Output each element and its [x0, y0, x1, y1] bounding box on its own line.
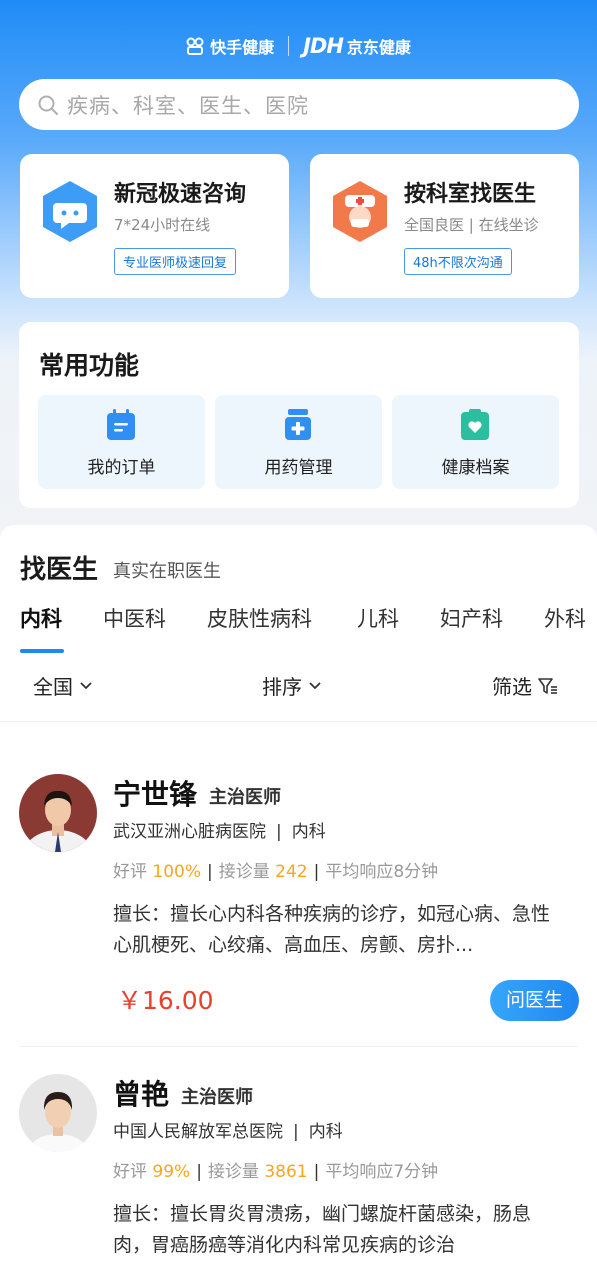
department-name: 内科 [291, 822, 326, 842]
func-label: 我的订单 [87, 458, 156, 478]
tab-pediatrics[interactable]: 儿科 [357, 603, 399, 633]
ask-doctor-button[interactable]: 问医生 [490, 980, 579, 1021]
consult-label: 接诊量 [218, 862, 270, 882]
find-doctor-section: 找医生 真实在职医生 内科 中医科 皮肤性病科 儿科 妇产科 外科 全国 排序 … [0, 525, 597, 1280]
search-input[interactable]: 疾病、科室、医生、医院 [67, 90, 309, 120]
tab-surgery[interactable]: 外科 [544, 603, 586, 633]
rating-value: 99% [152, 1162, 191, 1182]
response-time: 平均响应7分钟 [325, 1162, 439, 1182]
brand-header: 快手健康 JDH 京东健康 [0, 30, 597, 62]
common-functions-panel: 常用功能 我的订单 用药管理 健康档案 [19, 322, 579, 508]
doctor-stats: 好评 99% | 接诊量 3861 | 平均响应7分钟 [113, 1162, 439, 1182]
nurse-icon [333, 181, 387, 242]
func-label: 用药管理 [264, 458, 333, 478]
card-tag: 专业医师极速回复 [114, 248, 237, 275]
card-title: 新冠极速咨询 [114, 182, 247, 207]
find-doctor-subtitle: 真实在职医生 [113, 561, 221, 582]
search-icon [38, 95, 58, 115]
region-filter[interactable]: 全国 [33, 671, 93, 700]
my-orders-button[interactable]: 我的订单 [38, 395, 205, 489]
doctor-title: 主治医师 [209, 787, 281, 808]
covid-consult-card[interactable]: 新冠极速咨询 7*24小时在线 专业医师极速回复 [20, 154, 289, 298]
medicine-icon [285, 409, 311, 440]
response-time: 平均响应8分钟 [325, 862, 439, 882]
search-bar[interactable]: 疾病、科室、医生、医院 [19, 79, 579, 130]
card-subtitle: 7*24小时在线 [114, 216, 211, 234]
consult-count: 3861 [264, 1162, 308, 1182]
hospital-name: 中国人民解放军总医院 [113, 1122, 283, 1142]
filter-label: 筛选 [492, 675, 532, 699]
chevron-down-icon [309, 681, 321, 689]
filter-icon [538, 677, 557, 694]
consult-label: 接诊量 [207, 1162, 259, 1182]
doctor-hospital: 中国人民解放军总医院 | 内科 [113, 1122, 343, 1142]
tab-tcm[interactable]: 中医科 [103, 603, 166, 633]
doctor-hospital: 武汉亚洲心脏病医院 | 内科 [113, 822, 326, 842]
doctor-avatar [19, 774, 97, 852]
filter-bar: 全国 排序 筛选 [0, 667, 597, 707]
card-tag: 48h不限次沟通 [404, 248, 512, 275]
chat-bubble-icon [43, 181, 97, 242]
doctor-title: 主治医师 [181, 1087, 253, 1108]
doctor-specialty: 擅长：擅长胃炎胃溃疡，幽门螺旋杆菌感染，肠息肉，胃癌肠癌等消化内科常见疾病的诊治 [113, 1203, 532, 1256]
rating-label: 好评 [113, 862, 147, 882]
filter-button[interactable]: 筛选 [492, 671, 558, 700]
doctor-divider [20, 1046, 578, 1047]
sort-filter[interactable]: 排序 [262, 671, 322, 700]
kuaishou-health-logo: 快手健康 [186, 34, 274, 58]
card-subtitle: 全国良医 | 在线坐诊 [404, 216, 539, 234]
card-title: 按科室找医生 [404, 182, 537, 207]
doctor-specialty: 擅长：擅长心内科各种疾病的诊疗，如冠心病、急性心肌梗死、心绞痛、高血压、房颤、房… [113, 903, 551, 956]
rating-label: 好评 [113, 1162, 147, 1182]
doctor-name: 曾艳 [113, 1078, 170, 1111]
jdh-logo-text: JDH [303, 34, 344, 58]
doctor-name: 宁世锋 [113, 778, 198, 811]
doctor-avatar [19, 1074, 97, 1152]
order-icon [107, 409, 135, 440]
brand-divider [288, 36, 290, 56]
region-filter-label: 全国 [33, 675, 73, 699]
find-doctor-title: 找医生 [20, 555, 99, 585]
chevron-down-icon [80, 681, 92, 689]
medicine-management-button[interactable]: 用药管理 [215, 395, 382, 489]
consult-count: 242 [275, 862, 308, 882]
func-label: 健康档案 [441, 458, 510, 478]
filter-divider [0, 721, 597, 722]
jd-health-logo: JDH 京东健康 [303, 34, 411, 58]
tab-obstetrics[interactable]: 妇产科 [440, 603, 503, 633]
active-tab-indicator [20, 649, 64, 653]
jd-health-label: 京东健康 [346, 38, 411, 57]
department-tabs: 内科 中医科 皮肤性病科 儿科 妇产科 外科 [0, 603, 597, 653]
hospital-name: 武汉亚洲心脏病医院 [113, 822, 266, 842]
kuaishou-logo-icon [186, 37, 204, 55]
sort-filter-label: 排序 [262, 675, 302, 699]
tab-dermatology[interactable]: 皮肤性病科 [207, 603, 312, 633]
kuaishou-health-label: 快手健康 [210, 38, 275, 57]
tab-internal-medicine[interactable]: 内科 [20, 603, 62, 633]
health-record-button[interactable]: 健康档案 [392, 395, 559, 489]
rating-value: 100% [152, 862, 202, 882]
doctor-stats: 好评 100% | 接诊量 242 | 平均响应8分钟 [113, 862, 439, 882]
consult-price: ￥16.00 [117, 986, 214, 1015]
department-doctor-card[interactable]: 按科室找医生 全国良医 | 在线坐诊 48h不限次沟通 [310, 154, 579, 298]
common-functions-title: 常用功能 [39, 351, 140, 380]
health-record-icon [461, 409, 489, 440]
department-name: 内科 [308, 1122, 343, 1142]
